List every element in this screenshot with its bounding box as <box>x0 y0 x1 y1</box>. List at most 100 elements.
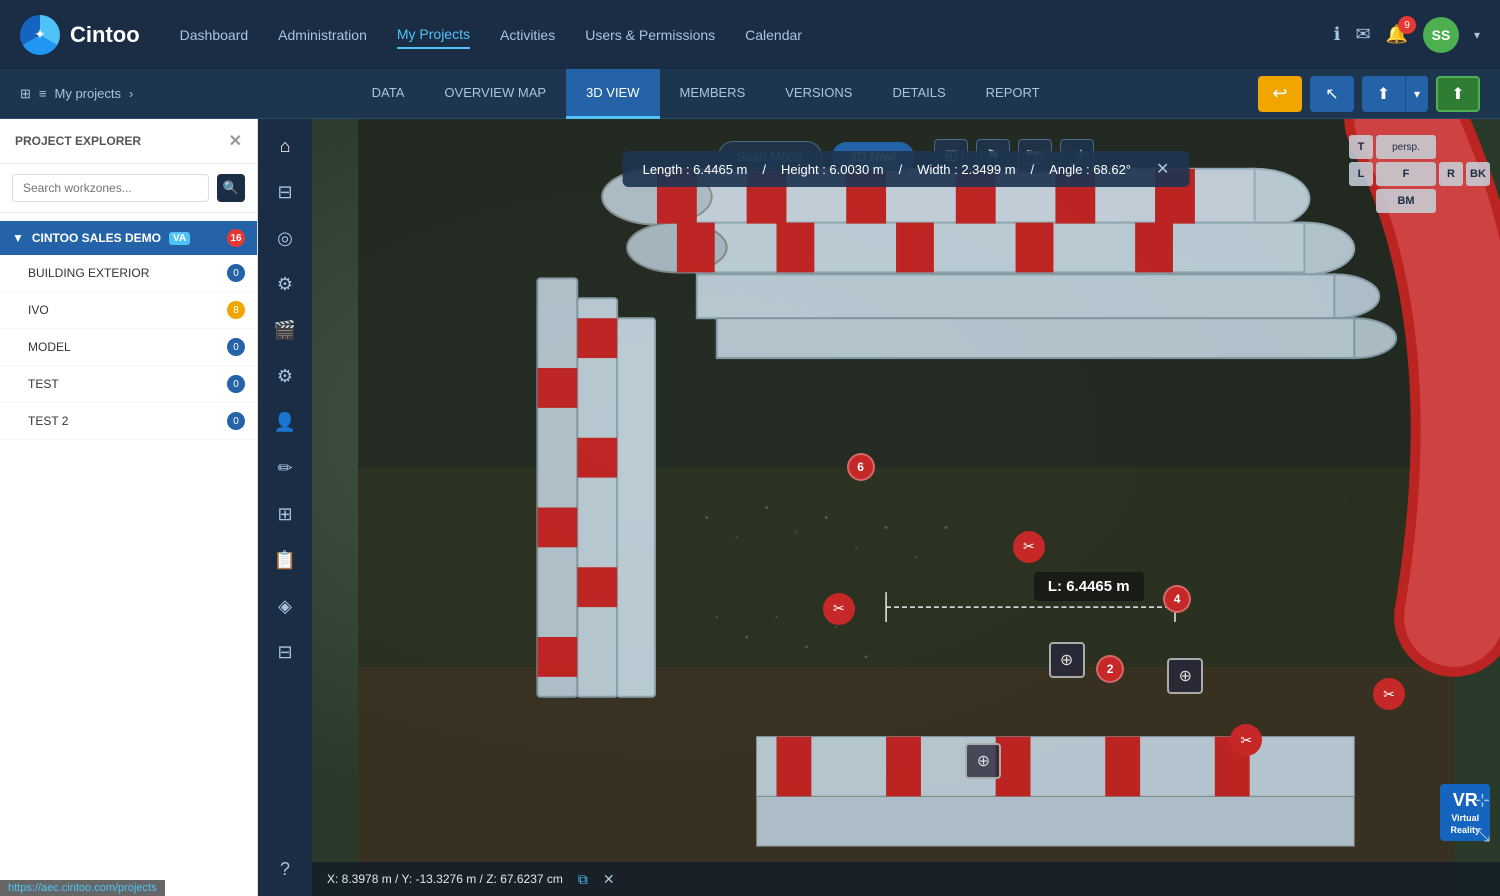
persp-right-button[interactable]: R <box>1439 162 1463 186</box>
measurement-tooltip: Length : 6.4465 m / Height : 6.0030 m / … <box>623 151 1190 187</box>
search-button[interactable]: 🔍 <box>217 174 245 202</box>
scan-station-1[interactable]: ⊕ <box>1049 642 1085 678</box>
tool-box[interactable]: ◈ <box>263 584 307 628</box>
annotation-icon-1[interactable]: ✂ <box>823 593 855 625</box>
nav-links: Dashboard Administration My Projects Act… <box>180 21 1334 49</box>
info-icon[interactable]: ℹ <box>1334 24 1341 45</box>
user-avatar[interactable]: SS <box>1423 17 1459 53</box>
bell-icon[interactable]: 🔔 9 <box>1386 24 1408 45</box>
notification-badge: 9 <box>1398 16 1416 34</box>
upload-button[interactable]: ⬆ <box>1362 76 1406 112</box>
bottom-status-bar: X: 8.3978 m / Y: -13.3276 m / Z: 67.6237… <box>312 862 1500 896</box>
tool-video[interactable]: 🎬 <box>263 308 307 352</box>
sidebar-item-model[interactable]: MODEL 0 <box>0 329 257 366</box>
user-dropdown-arrow[interactable]: ▾ <box>1474 28 1480 42</box>
nav-calendar[interactable]: Calendar <box>745 22 802 48</box>
nav-administration[interactable]: Administration <box>278 22 367 48</box>
3d-view-area[interactable]: Scan Mode 3D Navi ⊞ ⚑ 📷 ⤴ Length : 6.446… <box>312 119 1500 896</box>
measurement-height: Height : 6.0030 m <box>781 162 884 177</box>
breadcrumb-text: ≡ <box>39 86 47 101</box>
sidebar-item-badge: 0 <box>227 412 245 430</box>
tool-pencil[interactable]: ✏ <box>263 446 307 490</box>
measurement-width: Width : 2.3499 m <box>917 162 1015 177</box>
tab-overview-map[interactable]: OVERVIEW MAP <box>424 69 566 119</box>
tab-report[interactable]: REPORT <box>966 69 1060 119</box>
tab-members[interactable]: MEMBERS <box>660 69 766 119</box>
cursor-button[interactable]: ↖ <box>1310 76 1354 112</box>
project-name: CINTOO SALES DEMO <box>32 231 161 245</box>
sidebar-item-label: BUILDING EXTERIOR <box>28 266 227 280</box>
tab-versions[interactable]: VERSIONS <box>765 69 872 119</box>
breadcrumb[interactable]: ⊞ ≡ My projects › <box>20 86 133 102</box>
tool-settings2[interactable]: ⚙ <box>263 354 307 398</box>
tab-3d-view[interactable]: 3D VIEW <box>566 69 659 119</box>
measurement-scene-label: L: 6.4465 m <box>1034 572 1144 601</box>
tab-data[interactable]: DATA <box>352 69 425 119</box>
sidebar: PROJECT EXPLORER ✕ 🔍 ▼ CINTOO SALES DEMO… <box>0 119 258 896</box>
nav-dashboard[interactable]: Dashboard <box>180 22 249 48</box>
measurement-close-button[interactable]: ✕ <box>1156 159 1169 179</box>
sidebar-item-label: TEST 2 <box>28 414 227 428</box>
app-name: Cintoo <box>70 22 140 48</box>
tool-person[interactable]: 👤 <box>263 400 307 444</box>
undo-button[interactable]: ↩ <box>1258 76 1302 112</box>
tool-doc[interactable]: 📋 <box>263 538 307 582</box>
tool-layers[interactable]: ⊟ <box>263 170 307 214</box>
sidebar-header: PROJECT EXPLORER ✕ <box>0 119 257 164</box>
vr-label: Virtual <box>1451 813 1479 823</box>
tool-home[interactable]: ⌂ <box>263 124 307 168</box>
pipes-visualization <box>312 119 1500 896</box>
measurement-separator2: / <box>899 162 903 177</box>
tool-globe[interactable]: ◎ <box>263 216 307 260</box>
measurement-separator3: / <box>1031 162 1035 177</box>
tab-bar: DATA OVERVIEW MAP 3D VIEW MEMBERS VERSIO… <box>153 69 1258 119</box>
sidebar-item-ivo[interactable]: IVO 8 <box>0 292 257 329</box>
nav-my-projects[interactable]: My Projects <box>397 21 470 49</box>
persp-back-button[interactable]: BK <box>1466 162 1490 186</box>
persp-left-button[interactable]: L <box>1349 162 1373 186</box>
persp-label: persp. <box>1376 135 1436 159</box>
search-input[interactable] <box>12 174 209 202</box>
persp-bottom-button[interactable]: BM <box>1376 189 1436 213</box>
sidebar-item-test2[interactable]: TEST 2 0 <box>0 403 257 440</box>
tool-settings[interactable]: ⚙ <box>263 262 307 306</box>
tool-layers2[interactable]: ⊟ <box>263 630 307 674</box>
top-nav: Cintoo Dashboard Administration My Proje… <box>0 0 1500 69</box>
breadcrumb-label: My projects <box>55 86 121 101</box>
annotation-dot-2[interactable]: 2 <box>1096 655 1124 683</box>
upload-dropdown[interactable]: ▾ <box>1406 76 1428 112</box>
copy-coordinates-icon[interactable]: ⧉ <box>578 871 588 888</box>
sidebar-item-building-exterior[interactable]: BUILDING EXTERIOR 0 <box>0 255 257 292</box>
mail-icon[interactable]: ✉ <box>1355 24 1370 45</box>
project-expand-icon: ▼ <box>12 231 24 245</box>
persp-top-button[interactable]: T <box>1349 135 1373 159</box>
main-area: PROJECT EXPLORER ✕ 🔍 ▼ CINTOO SALES DEMO… <box>0 119 1500 896</box>
tool-help[interactable]: ? <box>263 847 307 891</box>
annotation-icon-2[interactable]: ✂ <box>1013 531 1045 563</box>
expand-icon[interactable]: ⤡ <box>1476 825 1490 846</box>
nav-right: ℹ ✉ 🔔 9 SS ▾ <box>1334 17 1480 53</box>
sidebar-title: PROJECT EXPLORER <box>15 134 141 148</box>
coordinates-close-button[interactable]: ✕ <box>603 871 615 888</box>
sub-nav: ⊞ ≡ My projects › DATA OVERVIEW MAP 3D V… <box>0 69 1500 119</box>
sidebar-item-test[interactable]: TEST 0 <box>0 366 257 403</box>
scan-station-3[interactable]: ⊕ <box>965 743 1001 779</box>
tab-details[interactable]: DETAILS <box>872 69 965 119</box>
sidebar-close-button[interactable]: ✕ <box>229 131 242 151</box>
tool-crop[interactable]: ⊞ <box>263 492 307 536</box>
annotation-dot-6[interactable]: 6 <box>847 453 875 481</box>
nav-activities[interactable]: Activities <box>500 22 555 48</box>
cursor-3d-icon[interactable]: ⊹ <box>1475 790 1490 811</box>
export-button[interactable]: ⬆ <box>1436 76 1480 112</box>
sidebar-item-label: TEST <box>28 377 227 391</box>
logo-area[interactable]: Cintoo <box>20 15 140 55</box>
grid-icon: ⊞ <box>20 86 31 102</box>
sidebar-item-badge: 0 <box>227 338 245 356</box>
project-title[interactable]: ▼ CINTOO SALES DEMO VA 16 <box>0 221 257 255</box>
scan-station-2[interactable]: ⊕ <box>1167 658 1203 694</box>
breadcrumb-arrow: › <box>129 86 133 101</box>
sidebar-search-area: 🔍 <box>0 164 257 213</box>
persp-front-button[interactable]: F <box>1376 162 1436 186</box>
nav-users-permissions[interactable]: Users & Permissions <box>585 22 715 48</box>
logo-icon <box>20 15 60 55</box>
